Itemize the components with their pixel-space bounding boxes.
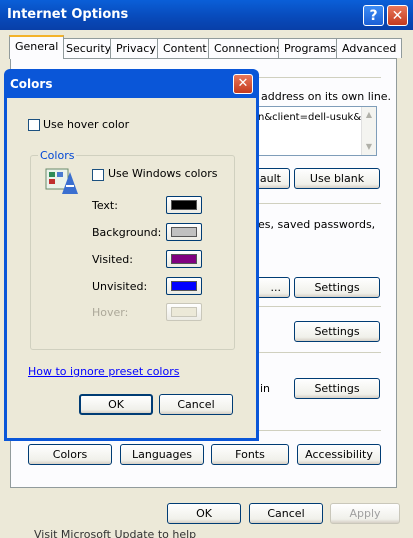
colors-dialog-close-button[interactable]: ✕ bbox=[233, 74, 253, 94]
background-status-strip: Visit Microsoft Update to help bbox=[0, 528, 413, 538]
accessibility-button[interactable]: Accessibility bbox=[297, 444, 381, 465]
colors-dialog-body: Use hover color Colors Use Windows color… bbox=[7, 98, 256, 438]
colors-dialog-title: Colors bbox=[10, 77, 53, 91]
tab-privacy[interactable]: Privacy bbox=[110, 38, 162, 58]
ignore-preset-colors-link[interactable]: How to ignore preset colors bbox=[28, 365, 179, 378]
colors-group-label: Colors bbox=[38, 149, 77, 162]
section-divider bbox=[258, 77, 381, 78]
background-text: Visit Microsoft Update to help bbox=[34, 528, 197, 538]
tab-general[interactable]: General bbox=[9, 35, 65, 59]
colors-ok-button[interactable]: OK bbox=[79, 394, 153, 415]
url-value: n&client=dell-usuk& bbox=[258, 112, 362, 123]
section-divider bbox=[258, 306, 381, 307]
text-color-swatch bbox=[171, 200, 197, 210]
history-settings-button[interactable]: Settings bbox=[294, 277, 380, 298]
tabs-text: in bbox=[260, 382, 271, 395]
fonts-button[interactable]: Fonts bbox=[211, 444, 289, 465]
browsing-history-text: es, saved passwords, bbox=[258, 218, 376, 231]
background-color-button[interactable] bbox=[166, 223, 202, 241]
scroll-down-icon[interactable]: ▼ bbox=[363, 141, 375, 153]
search-settings-button[interactable]: Settings bbox=[294, 321, 380, 342]
close-button[interactable]: ✕ bbox=[387, 5, 408, 26]
ok-button[interactable]: OK bbox=[167, 503, 241, 524]
background-color-label: Background: bbox=[92, 226, 162, 239]
unvisited-color-swatch bbox=[171, 281, 197, 291]
section-divider bbox=[258, 352, 381, 353]
tabs-settings-button[interactable]: Settings bbox=[294, 378, 380, 399]
hover-color-button bbox=[166, 303, 202, 321]
internet-options-window: Internet Options ? ✕ General Security Pr… bbox=[0, 0, 413, 538]
apply-button: Apply bbox=[330, 503, 400, 524]
use-windows-colors-label: Use Windows colors bbox=[108, 167, 218, 180]
languages-button[interactable]: Languages bbox=[120, 444, 204, 465]
background-color-swatch bbox=[171, 227, 197, 237]
url-scrollbar[interactable]: ▲ ▼ bbox=[361, 107, 376, 155]
home-page-url-field[interactable]: n&client=dell-usuk& ▲ ▼ bbox=[250, 106, 377, 156]
visited-color-swatch bbox=[171, 254, 197, 264]
colors-dialog: Colors ✕ Use hover color Colors Use Wind… bbox=[4, 69, 259, 441]
title-bar[interactable]: Internet Options ? ✕ bbox=[0, 0, 413, 30]
text-color-button[interactable] bbox=[166, 196, 202, 214]
tab-content[interactable]: Content bbox=[157, 38, 213, 58]
section-divider bbox=[258, 430, 381, 431]
colors-button[interactable]: Colors bbox=[28, 444, 112, 465]
unvisited-color-button[interactable] bbox=[166, 277, 202, 295]
unvisited-color-label: Unvisited: bbox=[92, 280, 148, 293]
cancel-button[interactable]: Cancel bbox=[249, 503, 323, 524]
visited-color-label: Visited: bbox=[92, 253, 133, 266]
use-hover-checkbox[interactable] bbox=[28, 119, 40, 131]
scroll-up-icon[interactable]: ▲ bbox=[363, 109, 375, 121]
use-hover-label: Use hover color bbox=[43, 118, 130, 131]
tab-advanced[interactable]: Advanced bbox=[336, 38, 403, 58]
tab-programs[interactable]: Programs bbox=[278, 38, 343, 58]
hover-color-label: Hover: bbox=[92, 306, 129, 319]
use-blank-button[interactable]: Use blank bbox=[294, 168, 380, 189]
visited-color-button[interactable] bbox=[166, 250, 202, 268]
help-button[interactable]: ? bbox=[363, 5, 384, 26]
color-palette-icon bbox=[45, 168, 78, 194]
tab-security[interactable]: Security bbox=[60, 38, 118, 58]
tab-connections[interactable]: Connections bbox=[208, 38, 288, 58]
home-page-text: address on its own line. bbox=[261, 90, 392, 103]
colors-cancel-button[interactable]: Cancel bbox=[159, 394, 233, 415]
text-color-label: Text: bbox=[92, 199, 118, 212]
section-divider bbox=[258, 203, 381, 204]
use-windows-colors-checkbox[interactable] bbox=[92, 169, 104, 181]
hover-color-swatch bbox=[171, 307, 197, 317]
window-title: Internet Options bbox=[7, 7, 129, 22]
